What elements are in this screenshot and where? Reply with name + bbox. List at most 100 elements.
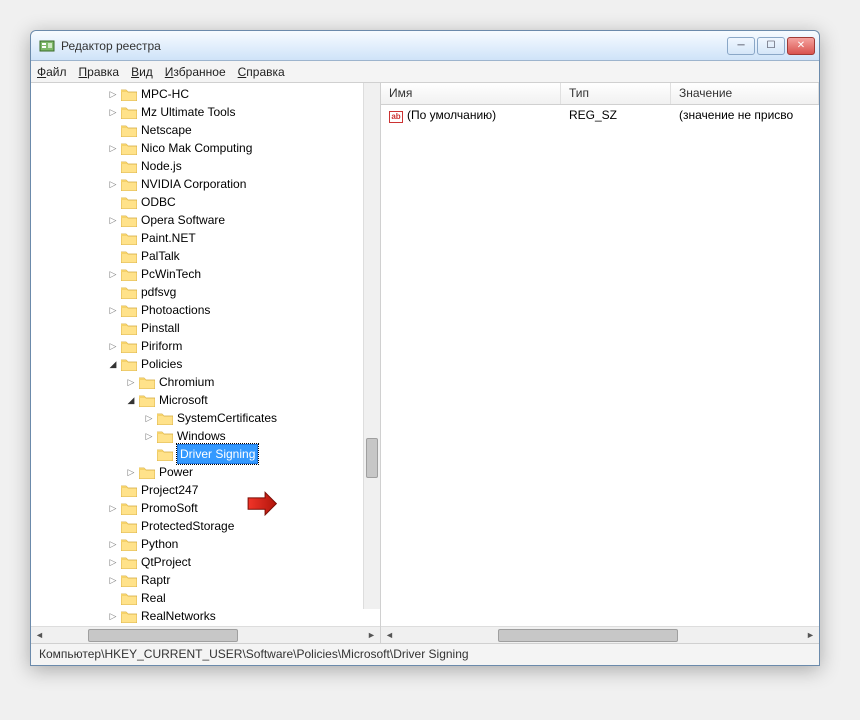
tree-pane: ▷MPC-HC▷Mz Ultimate ToolsNetscape▷Nico M… bbox=[31, 83, 381, 643]
tree-node[interactable]: ▷Piriform bbox=[31, 337, 363, 355]
tree-node-label: Driver Signing bbox=[177, 444, 258, 464]
tree-node[interactable]: ▷ Power bbox=[31, 463, 363, 481]
tree-node-label: Project247 bbox=[141, 481, 198, 499]
tree-node-label: Pinstall bbox=[141, 319, 180, 337]
tree-node[interactable]: Paint.NET bbox=[31, 229, 363, 247]
expand-icon[interactable]: ▷ bbox=[125, 463, 137, 481]
tree-node[interactable]: ▷ PromoSoft bbox=[31, 499, 363, 517]
expand-icon[interactable]: ▷ bbox=[107, 301, 119, 319]
menu-view[interactable]: Вид bbox=[131, 65, 153, 79]
tree-node-label: PromoSoft bbox=[141, 499, 198, 517]
column-header-value[interactable]: Значение bbox=[671, 83, 819, 104]
tree-node[interactable]: ▷Photoactions bbox=[31, 301, 363, 319]
tree-scroll-thumb[interactable] bbox=[366, 438, 378, 478]
folder-icon bbox=[121, 556, 137, 569]
expand-icon[interactable]: ▷ bbox=[107, 85, 119, 103]
tree-node[interactable]: ▷Python bbox=[31, 535, 363, 553]
tree-node[interactable]: ▷QtProject bbox=[31, 553, 363, 571]
tree-node-label: SystemCertificates bbox=[177, 409, 277, 427]
menu-help[interactable]: Справка bbox=[238, 65, 285, 79]
expand-icon[interactable]: ▷ bbox=[107, 553, 119, 571]
expand-icon[interactable]: ▷ bbox=[107, 337, 119, 355]
tree-node[interactable]: ▷Windows bbox=[31, 427, 363, 445]
tree-node-label: Real bbox=[141, 589, 166, 607]
folder-icon bbox=[121, 214, 137, 227]
tree-node[interactable]: Netscape bbox=[31, 121, 363, 139]
maximize-button[interactable]: ☐ bbox=[757, 37, 785, 55]
folder-icon bbox=[121, 88, 137, 101]
tree-horizontal-scrollbar[interactable]: ◄ ► bbox=[31, 626, 380, 643]
tree-node[interactable]: ▷ SystemCertificates bbox=[31, 409, 363, 427]
folder-icon bbox=[121, 196, 137, 209]
folder-icon bbox=[121, 268, 137, 281]
expand-icon[interactable]: ▷ bbox=[107, 607, 119, 625]
expand-icon[interactable]: ▷ bbox=[107, 103, 119, 121]
tree-node-label: RealNetworks bbox=[141, 607, 216, 625]
folder-icon bbox=[121, 142, 137, 155]
tree-node[interactable]: pdfsvg bbox=[31, 283, 363, 301]
tree-node[interactable]: ▷Chromium bbox=[31, 373, 363, 391]
hscroll-left-arrow[interactable]: ◄ bbox=[31, 628, 48, 643]
menu-file[interactable]: Файл bbox=[37, 65, 67, 79]
tree-node[interactable]: ▷PcWinTech bbox=[31, 265, 363, 283]
column-header-name[interactable]: Имя bbox=[381, 83, 561, 104]
tree-scroll-area: ▷MPC-HC▷Mz Ultimate ToolsNetscape▷Nico M… bbox=[31, 83, 380, 626]
expand-icon[interactable]: ▷ bbox=[125, 373, 137, 391]
tree-node[interactable]: ◢Microsoft bbox=[31, 391, 363, 409]
list-hscroll-thumb[interactable] bbox=[498, 629, 678, 642]
list-hscroll-right-arrow[interactable]: ► bbox=[802, 628, 819, 643]
menu-favorites[interactable]: Избранное bbox=[165, 65, 226, 79]
tree-node[interactable]: ▷MPC-HC bbox=[31, 85, 363, 103]
expand-icon[interactable]: ▷ bbox=[107, 571, 119, 589]
tree-node[interactable]: ODBC bbox=[31, 193, 363, 211]
tree-node[interactable]: ▷ RealNetworks bbox=[31, 607, 363, 625]
expand-icon[interactable]: ▷ bbox=[143, 427, 155, 445]
close-button[interactable]: ✕ bbox=[787, 37, 815, 55]
titlebar[interactable]: Редактор реестра ─ ☐ ✕ bbox=[31, 31, 819, 61]
expand-icon[interactable]: ▷ bbox=[143, 409, 155, 427]
tree-node[interactable]: Project247 bbox=[31, 481, 363, 499]
folder-icon bbox=[157, 448, 173, 461]
column-header-type[interactable]: Тип bbox=[561, 83, 671, 104]
expand-icon[interactable]: ▷ bbox=[107, 265, 119, 283]
list-hscroll-left-arrow[interactable]: ◄ bbox=[381, 628, 398, 643]
folder-icon bbox=[121, 592, 137, 605]
tree-node[interactable]: Real bbox=[31, 589, 363, 607]
menu-help-rest: правка bbox=[246, 65, 284, 79]
hscroll-right-arrow[interactable]: ► bbox=[363, 628, 380, 643]
folder-icon bbox=[121, 304, 137, 317]
statusbar-path: Компьютер\HKEY_CURRENT_USER\Software\Pol… bbox=[39, 647, 469, 661]
tree-node[interactable]: Node.js bbox=[31, 157, 363, 175]
tree-node[interactable]: Driver Signing bbox=[31, 445, 363, 463]
expand-icon[interactable]: ▷ bbox=[107, 175, 119, 193]
list-horizontal-scrollbar[interactable]: ◄ ► bbox=[381, 626, 819, 643]
tree-vertical-scrollbar[interactable] bbox=[363, 83, 380, 609]
tree-node[interactable]: ▷Nico Mak Computing bbox=[31, 139, 363, 157]
tree-node-label: Netscape bbox=[141, 121, 192, 139]
tree-node[interactable]: PalTalk bbox=[31, 247, 363, 265]
folder-icon bbox=[121, 160, 137, 173]
hscroll-track[interactable] bbox=[48, 628, 363, 643]
expand-icon[interactable]: ▷ bbox=[107, 499, 119, 517]
tree-node[interactable]: ▷NVIDIA Corporation bbox=[31, 175, 363, 193]
folder-icon bbox=[157, 430, 173, 443]
tree-node[interactable]: ▷Raptr bbox=[31, 571, 363, 589]
cell-name: ab(По умолчанию) bbox=[381, 108, 561, 123]
tree-node[interactable]: ProtectedStorage bbox=[31, 517, 363, 535]
expand-icon[interactable]: ▷ bbox=[107, 139, 119, 157]
tree-node[interactable]: ◢Policies bbox=[31, 355, 363, 373]
folder-icon bbox=[121, 502, 137, 515]
list-hscroll-track[interactable] bbox=[398, 628, 802, 643]
tree-node[interactable]: Pinstall bbox=[31, 319, 363, 337]
collapse-icon[interactable]: ◢ bbox=[107, 355, 119, 373]
tree-node-label: Power bbox=[159, 463, 193, 481]
expand-icon[interactable]: ▷ bbox=[107, 211, 119, 229]
tree-node[interactable]: ▷Opera Software bbox=[31, 211, 363, 229]
tree-node[interactable]: ▷Mz Ultimate Tools bbox=[31, 103, 363, 121]
hscroll-thumb[interactable] bbox=[88, 629, 238, 642]
list-row[interactable]: ab(По умолчанию) REG_SZ (значение не при… bbox=[381, 105, 819, 125]
minimize-button[interactable]: ─ bbox=[727, 37, 755, 55]
expand-icon[interactable]: ▷ bbox=[107, 535, 119, 553]
collapse-icon[interactable]: ◢ bbox=[125, 391, 137, 409]
menu-edit[interactable]: Правка bbox=[79, 65, 120, 79]
